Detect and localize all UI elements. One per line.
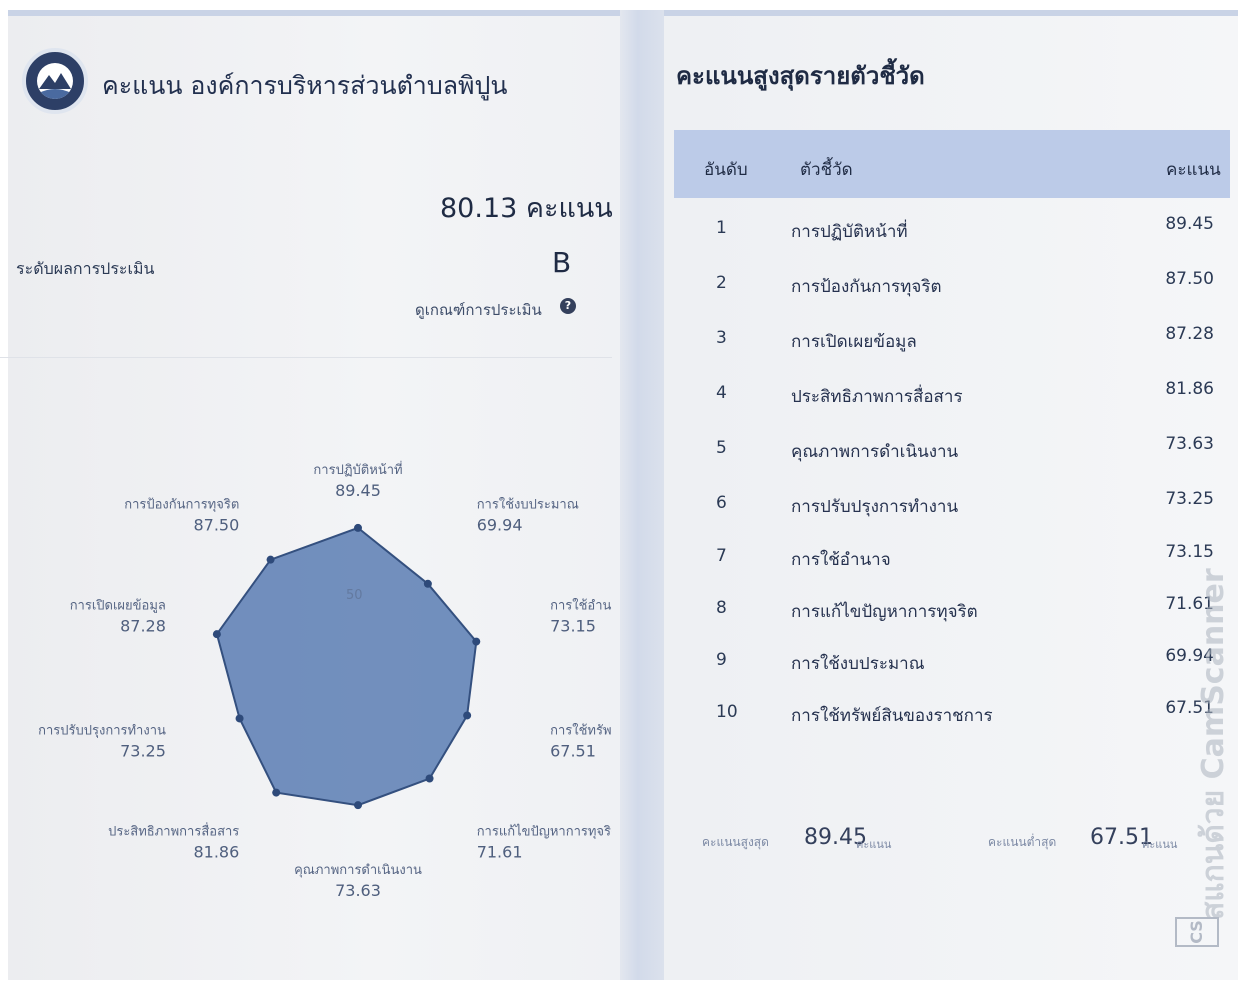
radar-point xyxy=(266,555,275,564)
indicator-cell: การเปิดเผยข้อมูล xyxy=(791,332,917,352)
radar-value-label: 87.50 xyxy=(193,516,239,535)
score-cell: 87.50 xyxy=(1165,269,1214,289)
table-row: 2 การป้องกันการทุจริต 87.50 xyxy=(674,255,1230,309)
rank-cell: 5 xyxy=(716,438,727,458)
section-divider xyxy=(0,357,612,358)
table-row: 4 ประสิทธิภาพการสื่อสาร 81.86 xyxy=(674,365,1230,419)
radar-point xyxy=(472,637,481,646)
total-score: 80.13 คะแนน xyxy=(440,193,613,224)
score-cell: 73.63 xyxy=(1165,434,1214,454)
radar-axis-label: การเปิดเผยข้อมูล xyxy=(70,599,166,614)
table-row: 5 คุณภาพการดำเนินงาน 73.63 xyxy=(674,420,1230,474)
radar-chart: 50 การปฏิบัติหน้าที่ 89.45 การใช้งบประมาณ 69… xyxy=(38,461,612,900)
score-cell: 89.45 xyxy=(1165,214,1214,234)
ranking-title: คะแนนสูงสุดรายตัวชี้วัด xyxy=(676,62,925,90)
rank-cell: 10 xyxy=(716,702,738,722)
radar-point xyxy=(354,801,362,810)
radar-axis-label: การปฏิบัติหน้าที่ xyxy=(313,461,402,478)
radar-value-label: 69.94 xyxy=(477,516,523,535)
radar-axis-label: การปรับปรุงการทำงาน xyxy=(38,723,166,738)
score-cell: 87.28 xyxy=(1165,324,1214,344)
rank-cell: 4 xyxy=(716,383,727,403)
rank-cell: 8 xyxy=(716,598,727,618)
radar-value-label: 71.61 xyxy=(477,842,523,861)
indicator-cell: ประสิทธิภาพการสื่อสาร xyxy=(791,387,963,407)
gridline-label: 50 xyxy=(346,588,363,603)
rank-cell: 6 xyxy=(716,493,727,513)
rank-cell: 9 xyxy=(716,650,727,670)
radar-axis-label: การป้องกันการทุจริต xyxy=(124,498,239,513)
grade-value: B xyxy=(552,246,572,279)
table-row: 9 การใช้งบประมาณ 69.94 xyxy=(674,632,1230,686)
table-header xyxy=(674,130,1230,198)
max-score-unit: คะแนน xyxy=(856,838,892,851)
min-score-label: คะแนนต่ำสุด xyxy=(988,835,1057,849)
question-circle-icon[interactable]: ? xyxy=(560,298,576,314)
radar-axis-label: การใช้ทรัพย์สินฯ xyxy=(550,722,612,738)
view-criteria-link[interactable]: ดูเกณฑ์การประเมิน xyxy=(415,298,542,322)
table-row: 3 การเปิดเผยข้อมูล 87.28 xyxy=(674,310,1230,364)
rank-cell: 2 xyxy=(716,273,727,293)
radar-value-label: 73.25 xyxy=(120,741,166,760)
organization-seal-icon xyxy=(22,48,88,114)
radar-axis-label: ประสิทธิภาพการสื่อสาร xyxy=(108,822,239,839)
rank-cell: 7 xyxy=(716,546,727,566)
radar-point xyxy=(354,523,362,532)
column-header-rank: อันดับ xyxy=(704,160,748,180)
camscanner-watermark: สแกนด้วย CamScanner xyxy=(1160,520,1231,960)
radar-value-label: 87.28 xyxy=(120,617,166,636)
indicator-cell: การแก้ไขปัญหาการทุจริต xyxy=(791,602,978,622)
radar-value-label: 73.63 xyxy=(335,881,381,900)
radar-axis-label: การใช้อำนาจ xyxy=(550,598,612,614)
indicator-cell: การปรับปรุงการทำงาน xyxy=(791,497,959,517)
column-header-score: คะแนน xyxy=(1166,160,1221,180)
indicator-cell: การใช้อำนาจ xyxy=(791,550,891,570)
indicator-cell: การใช้ทรัพย์สินของราชการ xyxy=(791,706,993,726)
radar-axis-label: การใช้งบประมาณ xyxy=(477,497,579,513)
radar-value-label: 73.15 xyxy=(550,617,596,636)
radar-point xyxy=(425,774,434,783)
column-header-indicator: ตัวชี้วัด xyxy=(800,160,853,180)
camscanner-badge: CS xyxy=(1175,917,1219,947)
indicator-cell: การใช้งบประมาณ xyxy=(791,654,925,674)
radar-point xyxy=(212,630,221,639)
indicator-cell: การปฏิบัติหน้าที่ xyxy=(791,222,908,242)
table-row: 1 การปฏิบัติหน้าที่ 89.45 xyxy=(674,200,1230,254)
indicator-cell: คุณภาพการดำเนินงาน xyxy=(791,442,959,462)
table-row: 6 การปรับปรุงการทำงาน 73.25 xyxy=(674,475,1230,529)
panel-divider xyxy=(620,10,664,980)
radar-point xyxy=(423,579,432,588)
radar-point xyxy=(235,714,244,723)
table-row: 7 การใช้อำนาจ 73.15 xyxy=(674,528,1230,582)
table-row: 8 การแก้ไขปัญหาการทุจริต 71.61 xyxy=(674,580,1230,634)
radar-axis-label: คุณภาพการดำเนินงาน xyxy=(294,863,422,878)
radar-point xyxy=(463,711,472,720)
table-row: 10 การใช้ทรัพย์สินของราชการ 67.51 xyxy=(674,684,1230,738)
indicator-cell: การป้องกันการทุจริต xyxy=(791,277,942,297)
radar-axis-label: การแก้ไขปัญหาการทุจริต xyxy=(477,823,612,839)
radar-point xyxy=(272,788,281,797)
score-cell: 73.25 xyxy=(1165,489,1214,509)
page-title: คะแนน องค์การบริหารส่วนตำบลพิปูน xyxy=(102,71,508,100)
rank-cell: 1 xyxy=(716,218,727,238)
score-cell: 81.86 xyxy=(1165,379,1214,399)
radar-value-label: 89.45 xyxy=(335,481,381,500)
radar-polygon xyxy=(215,526,478,807)
rank-cell: 3 xyxy=(716,328,727,348)
watermark-text: สแกนด้วย CamScanner xyxy=(1196,568,1231,920)
radar-value-label: 81.86 xyxy=(193,842,239,861)
assessment-level-label: ระดับผลการประเมิน xyxy=(16,259,155,278)
max-score-label: คะแนนสูงสุด xyxy=(702,835,769,849)
radar-value-label: 67.51 xyxy=(550,741,596,760)
